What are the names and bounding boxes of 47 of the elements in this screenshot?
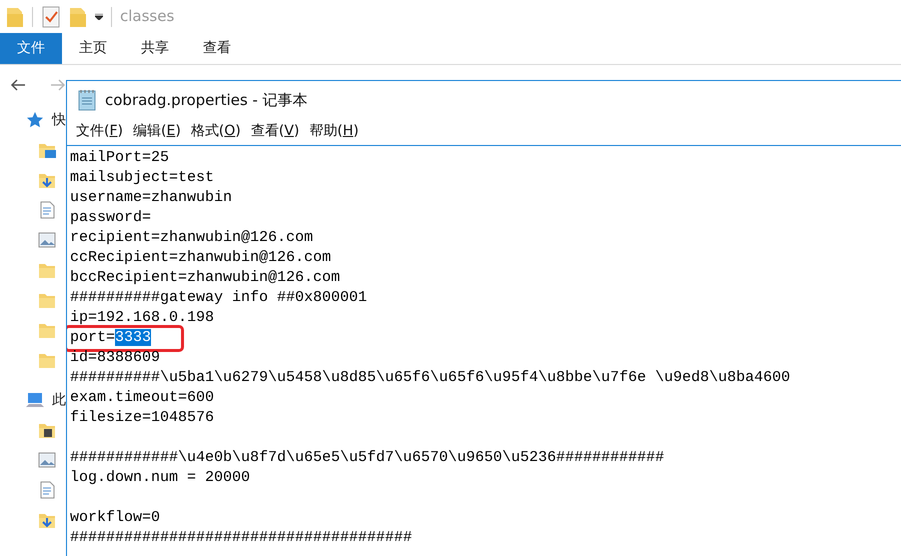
dropdown-icon[interactable] xyxy=(95,14,103,20)
download-folder-icon[interactable] xyxy=(38,171,56,189)
checklist-icon[interactable] xyxy=(41,4,61,28)
back-icon[interactable] xyxy=(10,78,26,92)
text-line: password= xyxy=(70,209,152,226)
ribbon-tab[interactable]: 文件 xyxy=(0,33,62,64)
menu-item[interactable]: 编辑(E) xyxy=(129,120,185,142)
menu-item[interactable]: 帮助(H) xyxy=(305,120,363,142)
download-folder-icon[interactable] xyxy=(38,511,56,529)
text-line: ##########gateway info ##0x800001 xyxy=(70,289,368,306)
desktop-folder-icon[interactable] xyxy=(38,141,56,159)
document-icon[interactable] xyxy=(38,481,56,499)
window-title: cobradg.properties - 记事本 xyxy=(105,90,308,111)
text-line: username=zhanwubin xyxy=(70,189,232,206)
text-line: mailPort=25 xyxy=(70,149,170,166)
pictures-icon[interactable] xyxy=(38,451,56,469)
text-line: log.down.num = 20000 xyxy=(70,469,250,486)
ribbon-tab[interactable]: 查看 xyxy=(186,33,248,64)
text-line: mailsubject=test xyxy=(70,169,214,186)
text-line: exam.timeout=600 xyxy=(70,389,214,406)
text-line: recipient=zhanwubin@126.com xyxy=(70,229,314,246)
document-icon[interactable] xyxy=(38,201,56,219)
sidebar-item[interactable]: 此 xyxy=(52,390,66,410)
ribbon-tab[interactable]: 主页 xyxy=(62,33,124,64)
text-line: bccRecipient=zhanwubin@126.com xyxy=(70,269,340,286)
text-line: workflow=0 xyxy=(70,509,160,526)
text-line: filesize=1048576 xyxy=(70,409,214,426)
text-line: port=3333 xyxy=(70,329,152,346)
text-line: ##########\u5ba1\u6279\u5458\u8d85\u65f6\u65f6\u95f4\u8bbe\u7f6e \u9ed8\u8ba4600 xyxy=(70,369,790,386)
text-line: ip=192.168.0.198 xyxy=(70,309,214,326)
video-folder-icon[interactable] xyxy=(38,421,56,439)
text-line: ###################################### xyxy=(70,529,412,546)
text-line: id=8388609 xyxy=(70,349,160,366)
sidebar-item[interactable]: 快 xyxy=(52,110,66,130)
computer-icon[interactable] xyxy=(26,391,44,409)
notepad-icon xyxy=(77,89,97,111)
menu-item[interactable]: 文件(F) xyxy=(72,120,127,142)
pictures-icon[interactable] xyxy=(38,231,56,249)
star-icon[interactable] xyxy=(26,111,44,129)
selected-text: 3333 xyxy=(115,329,152,346)
ribbon-tab[interactable]: 共享 xyxy=(124,33,186,64)
window-title: classes xyxy=(120,6,174,28)
forward-icon[interactable] xyxy=(50,78,66,92)
text-line: ############\u4e0b\u8f7d\u65e5\u5fd7\u6570\u9650\u5236############ xyxy=(70,449,664,466)
menu-item[interactable]: 查看(V) xyxy=(246,120,304,142)
menu-item[interactable]: 格式(O) xyxy=(186,120,245,142)
text-line: ccRecipient=zhanwubin@126.com xyxy=(70,249,332,266)
